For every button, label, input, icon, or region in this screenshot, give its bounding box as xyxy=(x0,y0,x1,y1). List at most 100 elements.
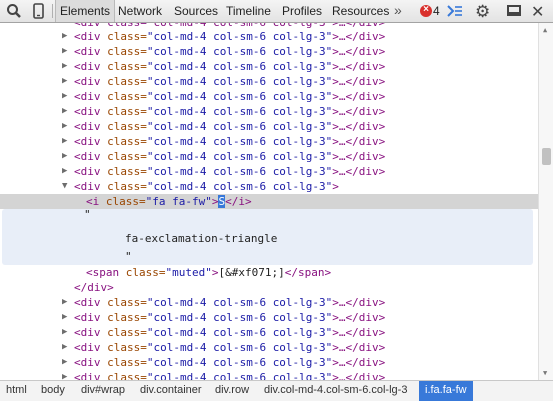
tag-open: <div xyxy=(74,180,101,193)
expand-triangle-icon[interactable]: ▶ xyxy=(62,149,67,164)
crumb-div-col[interactable]: div.col-md-4.col-sm-6.col-lg-3 xyxy=(258,381,413,401)
tab-network[interactable]: Network xyxy=(114,0,166,22)
tag-close: >…</div> xyxy=(332,120,386,133)
devtools-toolbar: Elements Network Sources Timeline Profil… xyxy=(0,0,553,23)
collapse-triangle-icon[interactable]: ▼ xyxy=(62,179,67,194)
text-node-value: fa-exclamation-triangle xyxy=(125,232,278,245)
tag-close: >…</div> xyxy=(332,311,386,324)
node-markup: <div class="col-md-4 col-sm-6 col-lg-3">… xyxy=(74,59,385,74)
node-markup: <div class="col-md-4 col-sm-6 col-lg-3">… xyxy=(74,74,385,89)
tab-timeline[interactable]: Timeline xyxy=(222,0,275,22)
attr-name: class= xyxy=(100,105,147,118)
vertical-scrollbar[interactable]: ▲ ▼ xyxy=(538,23,553,380)
tag-close: >…</div> xyxy=(332,356,386,369)
attr-value: "col-md-4 col-sm-6 col-lg-3" xyxy=(146,356,333,369)
tag-close: > xyxy=(332,180,339,193)
text-quote-close: " xyxy=(125,250,132,263)
crumb-div-wrap[interactable]: div#wrap xyxy=(75,381,131,401)
node-markup: <div class="col-md-4 col-sm-6 col-lg-3">… xyxy=(74,310,385,325)
device-mode-icon[interactable] xyxy=(33,3,45,19)
expand-triangle-icon[interactable]: ▶ xyxy=(62,74,67,89)
node-markup: <div class="col-md-4 col-sm-6 col-lg-3">… xyxy=(74,370,385,380)
tag-open: <div xyxy=(74,30,101,43)
search-icon[interactable] xyxy=(6,3,22,19)
tag-open: <div xyxy=(74,371,101,380)
tag-close: >…</div> xyxy=(332,371,386,380)
tag-open: <div xyxy=(74,165,101,178)
node-markup: <div class="col-md-4 col-sm-6 col-lg-3">… xyxy=(74,295,385,310)
expand-triangle-icon[interactable]: ▶ xyxy=(62,340,67,355)
tag-close: >…</div> xyxy=(332,75,386,88)
attr-value: "fa fa-fw" xyxy=(145,195,212,208)
console-icon[interactable] xyxy=(447,5,463,17)
crumb-div-container[interactable]: div.container xyxy=(134,381,208,401)
crumb-html[interactable]: html xyxy=(0,381,33,401)
expand-triangle-icon[interactable]: ▶ xyxy=(62,164,67,179)
tag-close: >…</div> xyxy=(332,150,386,163)
expand-triangle-icon[interactable]: ▶ xyxy=(62,295,67,310)
tab-sources[interactable]: Sources xyxy=(170,0,222,22)
expand-triangle-icon[interactable]: ▶ xyxy=(62,29,67,44)
crumb-body[interactable]: body xyxy=(35,381,71,401)
tab-resources[interactable]: Resources xyxy=(328,0,393,22)
dock-icon[interactable] xyxy=(507,5,521,16)
attr-value: "col-md-4 col-sm-6 col-lg-3" xyxy=(146,105,333,118)
node-markup: <i class="fa fa-fw">S</i> xyxy=(86,194,252,209)
attr-value: "col-md-4 col-sm-6 col-lg-3" xyxy=(146,120,333,133)
tag-open: <div xyxy=(74,356,101,369)
expand-triangle-icon[interactable]: ▶ xyxy=(62,119,67,134)
expand-triangle-icon[interactable]: ▶ xyxy=(62,370,67,380)
tree-node-i-selected[interactable]: <i class="fa fa-fw">S</i> xyxy=(0,194,538,209)
close-icon[interactable]: ✕ xyxy=(531,2,544,22)
attr-value: "col-md-4 col-sm-6 col-lg-3" xyxy=(146,180,333,193)
tag-open: <div xyxy=(74,150,101,163)
tag-close: >…</div> xyxy=(332,326,386,339)
attr-value: "col-md-4 col-sm-6 col-lg-3" xyxy=(146,30,333,43)
attr-name: class= xyxy=(119,266,166,279)
more-tabs-icon[interactable]: » xyxy=(394,0,402,22)
tag-close: >…</div> xyxy=(332,60,386,73)
tag-open: <i xyxy=(86,195,100,208)
attr-name: class= xyxy=(100,120,147,133)
attr-value: "col-md-4 col-sm-6 col-lg-3" xyxy=(146,75,333,88)
tag-close: >…</div> xyxy=(332,105,386,118)
node-markup: <div class="col-md-4 col-sm-6 col-lg-3"> xyxy=(74,179,339,194)
scroll-up-icon[interactable]: ▲ xyxy=(543,26,547,34)
gear-icon[interactable]: ⚙ xyxy=(475,2,490,22)
error-count[interactable]: 4 xyxy=(433,4,440,18)
expand-triangle-icon[interactable]: ▶ xyxy=(62,310,67,325)
expand-triangle-icon[interactable]: ▶ xyxy=(62,59,67,74)
tag-open: <div xyxy=(74,311,101,324)
tab-elements[interactable]: Elements xyxy=(55,0,116,22)
expand-triangle-icon[interactable]: ▶ xyxy=(62,89,67,104)
tab-profiles[interactable]: Profiles xyxy=(278,0,326,22)
scroll-down-icon[interactable]: ▼ xyxy=(543,369,547,377)
attr-value: "col-md-4 col-sm-6 col-lg-3" xyxy=(146,165,333,178)
tag-close: >…</div> xyxy=(332,45,386,58)
toolbar-separator xyxy=(52,4,53,18)
expand-triangle-icon[interactable]: ▶ xyxy=(62,134,67,149)
tag-close: </span> xyxy=(284,266,332,279)
attr-name: class= xyxy=(100,165,147,178)
attr-name: class= xyxy=(100,60,147,73)
tag-open: <div xyxy=(74,105,101,118)
dom-tree: <div class="col-md-4 col-sm-6 col-lg-3">… xyxy=(0,23,538,380)
tag-close: >…</div> xyxy=(332,30,386,43)
crumb-i-fa[interactable]: i.fa.fa-fw xyxy=(419,381,473,401)
attr-value: "col-md-4 col-sm-6 col-lg-3" xyxy=(146,296,333,309)
attr-value: "col-md-4 col-sm-6 col-lg-3" xyxy=(146,371,333,380)
expand-triangle-icon[interactable]: ▶ xyxy=(62,355,67,370)
error-symbol: × xyxy=(423,4,429,15)
crumb-div-row[interactable]: div.row xyxy=(209,381,255,401)
error-icon[interactable]: × xyxy=(420,4,432,17)
tag-close: </div> xyxy=(74,281,114,294)
expand-triangle-icon[interactable]: ▶ xyxy=(62,325,67,340)
attr-value: "col-md-4 col-sm-6 col-lg-3" xyxy=(146,341,333,354)
node-markup: <div class="col-md-4 col-sm-6 col-lg-3">… xyxy=(74,104,385,119)
tag-close: >…</div> xyxy=(332,165,386,178)
text-quote-open: " xyxy=(84,208,91,221)
expand-triangle-icon[interactable]: ▶ xyxy=(62,104,67,119)
tag-open: <div xyxy=(74,135,101,148)
expand-triangle-icon[interactable]: ▶ xyxy=(62,44,67,59)
scrollbar-thumb[interactable] xyxy=(542,148,551,165)
